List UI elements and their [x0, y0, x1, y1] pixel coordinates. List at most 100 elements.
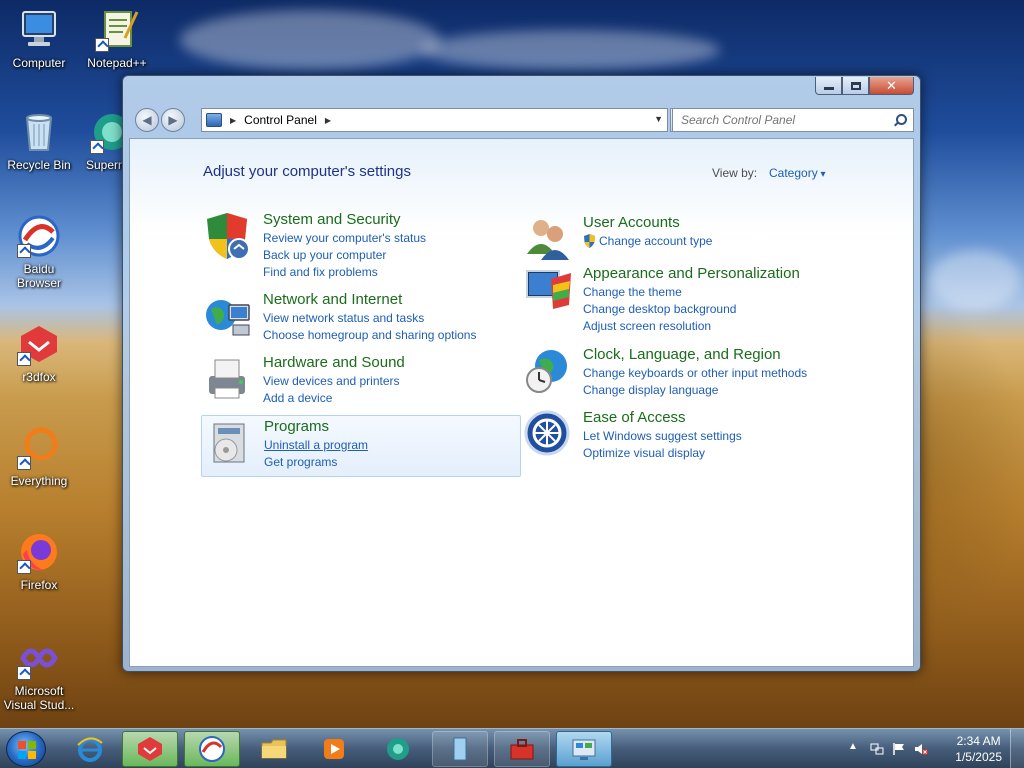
view-by-dropdown[interactable]: Category	[769, 166, 826, 180]
network-globe-icon[interactable]	[203, 291, 253, 341]
programs-icon[interactable]	[204, 418, 254, 468]
link-find-fix[interactable]: Find and fix problems	[263, 265, 378, 279]
ease-of-access-icon[interactable]	[523, 409, 573, 459]
link-get-programs[interactable]: Get programs	[264, 455, 337, 469]
start-button[interactable]	[6, 731, 46, 767]
shortcut-arrow-icon	[95, 38, 109, 52]
taskbar-toolbox[interactable]	[494, 731, 550, 767]
address-dropdown-icon[interactable]: ▼	[654, 114, 663, 124]
link-add-device[interactable]: Add a device	[263, 391, 332, 405]
taskbar-baidu-browser[interactable]	[184, 731, 240, 767]
link-network-status[interactable]: View network status and tasks	[263, 311, 424, 325]
close-icon: ✕	[886, 78, 897, 93]
category-title[interactable]: Programs	[264, 418, 329, 435]
category-title[interactable]: Clock, Language, and Region	[583, 346, 781, 363]
back-button[interactable]: ◀	[135, 108, 159, 132]
desktop-icon-superm[interactable]: Superm	[78, 110, 122, 172]
link-review-status[interactable]: Review your computer's status	[263, 231, 426, 245]
category-hardware-sound: Hardware and Sound View devices and prin…	[203, 354, 523, 408]
search-icon[interactable]	[892, 112, 908, 128]
breadcrumb-control-panel[interactable]: Control Panel	[244, 113, 317, 127]
navigation-bar: ◀ ▶ ▶ Control Panel ▶ ▼ ⇆	[131, 106, 914, 134]
network-icon[interactable]	[870, 742, 884, 756]
desktop-icon-label: Recycle Bin	[7, 158, 71, 172]
link-change-account-type[interactable]: Change account type	[599, 234, 712, 248]
minimize-button[interactable]	[815, 77, 842, 95]
uac-shield-icon	[583, 234, 596, 248]
category-title[interactable]: Appearance and Personalization	[583, 265, 800, 282]
volume-muted-icon[interactable]	[914, 742, 928, 756]
maximize-button[interactable]	[842, 77, 869, 95]
search-input[interactable]	[681, 113, 881, 127]
breadcrumb-separator-icon[interactable]: ▶	[230, 116, 236, 125]
taskbar-superm[interactable]	[370, 731, 426, 767]
desktop-icon-everything[interactable]: Everything	[0, 426, 78, 488]
clock-date: 1/5/2025	[955, 750, 1002, 764]
desktop-icon-baidu-browser[interactable]: Baidu Browser	[0, 214, 78, 290]
clock[interactable]: 2:34 AM 1/5/2025	[955, 733, 1002, 765]
r3dfox-icon	[138, 737, 162, 761]
category-appearance: Appearance and Personalization Change th…	[523, 265, 843, 335]
desktop-icon-firefox[interactable]: Firefox	[0, 530, 78, 592]
close-button[interactable]: ✕	[869, 77, 914, 95]
clock-globe-icon[interactable]	[523, 346, 573, 396]
link-optimize-display[interactable]: Optimize visual display	[583, 446, 705, 460]
forward-arrow-icon: ▶	[168, 113, 178, 127]
category-title[interactable]: Ease of Access	[583, 409, 686, 426]
category-title[interactable]: Hardware and Sound	[263, 354, 405, 371]
r3dfox-icon	[17, 322, 61, 366]
link-suggest-settings[interactable]: Let Windows suggest settings	[583, 429, 742, 443]
link-homegroup[interactable]: Choose homegroup and sharing options	[263, 328, 476, 342]
show-hidden-icons-icon[interactable]: ▲	[848, 741, 858, 752]
search-box[interactable]	[672, 108, 914, 132]
taskbar-control-panel[interactable]	[556, 731, 612, 767]
taskbar-app-window[interactable]	[432, 731, 488, 767]
forward-button[interactable]: ▶	[161, 108, 185, 132]
category-programs: Programs Uninstall a program Get program…	[201, 415, 521, 477]
link-display-language[interactable]: Change display language	[583, 383, 718, 397]
link-desktop-background[interactable]: Change desktop background	[583, 302, 736, 316]
computer-icon	[17, 8, 61, 52]
content-pane: Adjust your computer's settings View by:…	[129, 138, 914, 667]
taskbar-explorer[interactable]	[246, 731, 302, 767]
link-back-up[interactable]: Back up your computer	[263, 248, 386, 262]
category-title[interactable]: System and Security	[263, 211, 401, 228]
notepadpp-icon	[95, 8, 139, 52]
link-uninstall-program[interactable]: Uninstall a program	[264, 438, 368, 452]
breadcrumb-separator-icon[interactable]: ▶	[325, 116, 331, 125]
category-system-security: System and Security Review your computer…	[203, 211, 523, 281]
action-center-flag-icon[interactable]	[892, 742, 906, 756]
app-window-icon	[453, 737, 467, 761]
link-change-keyboards[interactable]: Change keyboards or other input methods	[583, 366, 807, 380]
link-devices-printers[interactable]: View devices and printers	[263, 374, 400, 388]
link-screen-resolution[interactable]: Adjust screen resolution	[583, 319, 711, 333]
link-change-theme[interactable]: Change the theme	[583, 285, 682, 299]
users-icon[interactable]	[523, 214, 573, 264]
category-network-internet: Network and Internet View network status…	[203, 291, 523, 345]
printer-icon[interactable]	[203, 354, 253, 404]
control-panel-icon	[206, 113, 222, 127]
firefox-icon	[17, 530, 61, 574]
desktop-icon-notepadpp[interactable]: Notepad++	[78, 8, 156, 70]
caption-buttons: ✕	[815, 77, 914, 95]
desktop-icon-r3dfox[interactable]: r3dfox	[0, 322, 78, 384]
windows-logo-icon	[18, 741, 36, 759]
minimize-icon	[823, 87, 834, 90]
category-user-accounts: User Accounts Change account type	[523, 214, 843, 260]
taskbar-media-player[interactable]	[306, 731, 362, 767]
shortcut-arrow-icon	[17, 456, 31, 470]
category-title[interactable]: Network and Internet	[263, 291, 402, 308]
category-title[interactable]: User Accounts	[583, 214, 680, 231]
desktop-icon-recycle-bin[interactable]: Recycle Bin	[0, 110, 78, 172]
address-bar[interactable]: ▶ Control Panel ▶ ▼	[201, 108, 668, 132]
shield-icon[interactable]	[203, 211, 253, 261]
desktop-icon-visual-studio[interactable]: Microsoft Visual Stud...	[0, 636, 78, 712]
taskbar-internet-explorer[interactable]	[62, 731, 118, 767]
everything-icon	[17, 426, 61, 470]
appearance-icon[interactable]	[523, 265, 573, 315]
view-by-label: View by:	[712, 166, 758, 180]
shortcut-arrow-icon	[17, 352, 31, 366]
taskbar-r3dfox[interactable]	[122, 731, 178, 767]
desktop-icon-computer[interactable]: Computer	[0, 8, 78, 70]
show-desktop-button[interactable]	[1010, 729, 1024, 768]
